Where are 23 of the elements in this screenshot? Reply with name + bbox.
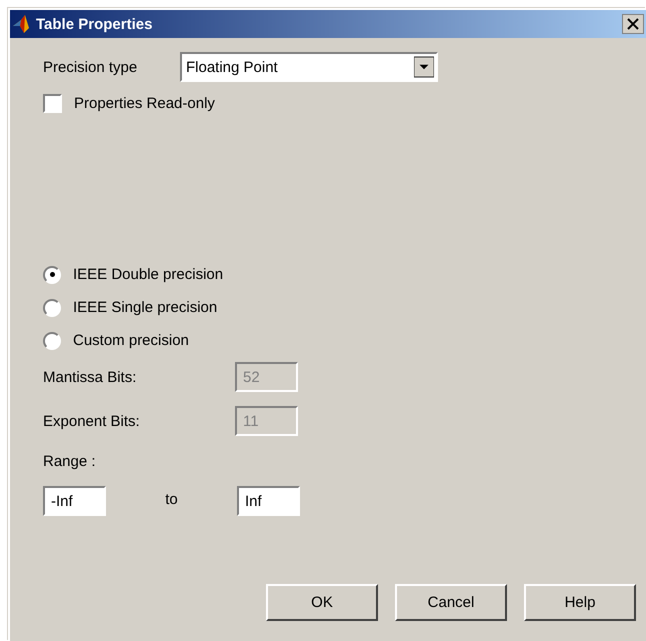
dialog-button[interactable]: Cancel <box>395 584 507 621</box>
window-title: Table Properties <box>36 16 154 32</box>
close-icon[interactable] <box>622 14 644 34</box>
checkbox-label: Properties Read-only <box>74 95 215 112</box>
radio-label: Custom precision <box>73 332 189 349</box>
range-label: Range : <box>43 452 96 470</box>
dialog-button[interactable]: OK <box>266 584 378 621</box>
precision-dropdown[interactable]: Floating Point <box>180 52 438 82</box>
checkbox[interactable] <box>43 94 62 113</box>
radio-button[interactable] <box>43 266 61 284</box>
radio-button[interactable] <box>43 332 61 350</box>
field-label: Exponent Bits: <box>43 412 141 430</box>
radio-label: IEEE Double precision <box>73 266 224 283</box>
radio-button[interactable] <box>43 298 61 316</box>
field-label: Mantissa Bits: <box>43 368 138 386</box>
radio-label: IEEE Single precision <box>73 299 218 316</box>
dialog-button[interactable]: Help <box>524 584 636 621</box>
surface-logo-icon <box>12 14 32 34</box>
input-field[interactable]: Inf <box>237 486 300 516</box>
range-separator: to <box>164 490 179 508</box>
input-field[interactable]: -Inf <box>43 486 106 516</box>
field-label: Precision type <box>43 58 138 76</box>
dropdown-arrow-icon <box>414 56 434 78</box>
